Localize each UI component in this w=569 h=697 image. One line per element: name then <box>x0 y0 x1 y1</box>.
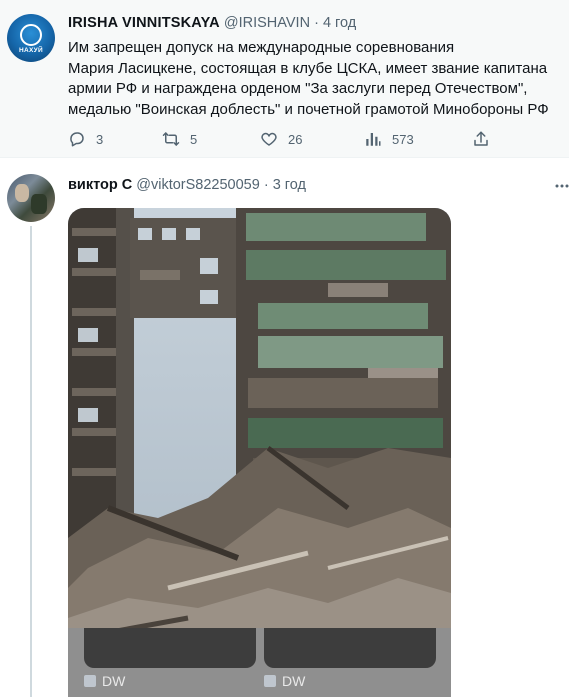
tweet-time[interactable]: 3 год <box>273 177 306 193</box>
tweet-irisha[interactable]: НАХУЙ IRISHA VINNITSKAYA @IRISHAVIN · 4 … <box>0 0 569 158</box>
card-source-label: DW <box>282 673 306 689</box>
like-count: 26 <box>288 131 303 147</box>
more-icon <box>555 184 569 188</box>
retweet-button[interactable]: 5 <box>162 127 197 151</box>
link-cards: DW DW <box>68 628 451 697</box>
tweet-actions: 3 5 26 573 <box>68 127 548 151</box>
dw-icon <box>84 675 96 687</box>
views-count: 573 <box>392 131 414 147</box>
like-button[interactable]: 26 <box>260 127 302 151</box>
avatar-viktor[interactable] <box>7 174 55 222</box>
avatar-logo-text: НАХУЙ <box>19 47 43 54</box>
separator-dot: · <box>263 177 269 193</box>
reply-button[interactable]: 3 <box>68 127 103 151</box>
tweet-text: Им запрещен допуск на международные соре… <box>68 38 563 120</box>
more-options-button[interactable] <box>554 178 569 194</box>
tweet-time[interactable]: 4 год <box>323 15 356 31</box>
heart-icon <box>261 132 277 146</box>
reply-count: 3 <box>96 131 104 147</box>
retweet-icon <box>162 132 180 146</box>
views-button[interactable]: 573 <box>364 127 414 151</box>
avatar-shape <box>15 184 29 202</box>
tweet-header: IRISHA VINNITSKAYA @IRISHAVIN · 4 год <box>68 15 356 31</box>
card-source-label: DW <box>102 673 126 689</box>
author-handle[interactable]: @IRISHAVIN <box>224 15 310 31</box>
avatar-irisha[interactable]: НАХУЙ <box>7 14 55 62</box>
author-name[interactable]: IRISHA VINNITSKAYA <box>68 15 220 31</box>
share-icon <box>474 131 488 146</box>
thread-line <box>30 226 32 697</box>
reply-icon <box>70 132 84 147</box>
destroyed-building-photo <box>68 208 451 697</box>
tweet-text-line: медалью "Воинская доблесть" и почетной г… <box>68 100 549 118</box>
tweet-header: виктор С @viktorS82250059 · 3 год <box>68 177 306 193</box>
tweet-text-line: армии РФ и награждена орденом "За заслуг… <box>68 80 528 97</box>
dw-icon <box>264 675 276 687</box>
tweet-photo[interactable] <box>68 208 451 697</box>
author-handle[interactable]: @viktorS82250059 <box>136 177 260 193</box>
tweet-text-line: Мария Ласицкене, состоящая в клубе ЦСКА,… <box>68 59 548 77</box>
retweet-count: 5 <box>190 131 198 147</box>
link-card-source[interactable]: DW <box>264 673 305 689</box>
logo-ring-icon <box>20 24 42 46</box>
link-card-thumb[interactable] <box>84 628 256 668</box>
author-name[interactable]: виктор С <box>68 177 132 193</box>
analytics-icon <box>366 133 381 146</box>
share-button[interactable] <box>472 127 500 151</box>
link-card-source[interactable]: DW <box>84 673 125 689</box>
tweet-text-line: Им запрещен допуск на международные соре… <box>68 39 455 56</box>
separator-dot: · <box>314 15 319 31</box>
avatar-shape <box>31 194 47 214</box>
link-card-thumb[interactable] <box>264 628 436 668</box>
